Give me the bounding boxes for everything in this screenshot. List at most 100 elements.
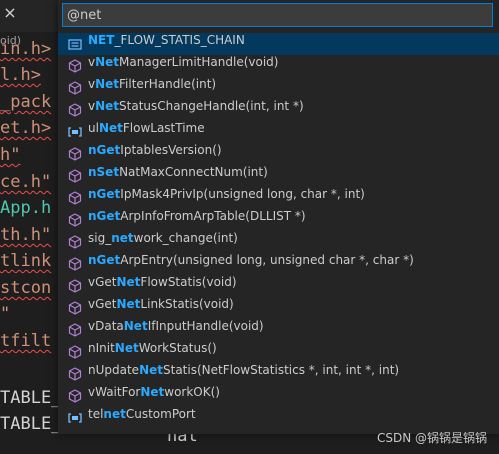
symbol-result-item[interactable]: vGetNetLinkStatis(void): [58, 297, 499, 319]
struct-icon: [68, 39, 82, 50]
symbol-label-text: ArpInfoFromArpTable(DLLIST *): [120, 209, 306, 223]
quick-open-widget: NET_FLOW_STATIS_CHAINvNetManagerLimitHan…: [58, 0, 499, 434]
symbol-label-text: FlowStatis(void): [140, 275, 237, 289]
match-highlight: nGet: [88, 187, 121, 201]
symbol-label-text: vGet: [88, 275, 117, 289]
symbol-results-list: NET_FLOW_STATIS_CHAIN vNetManagerLimitHan…: [58, 33, 499, 429]
symbol-label-text: vWaitFor: [88, 385, 141, 399]
code-line: tfilt: [0, 331, 52, 351]
symbol-label-text: workOK(): [164, 385, 220, 399]
method-icon: [68, 257, 82, 271]
match-highlight: nGet: [88, 143, 121, 157]
method-icon: [68, 235, 82, 249]
symbol-label-text: ManagerLimitHandle(void): [119, 55, 279, 69]
code-line: ce.h": [0, 172, 52, 192]
symbol-result-item[interactable]: vNetStatusChangeHandle(int, int *): [58, 99, 499, 121]
symbol-result-item[interactable]: nUpdateNetStatis(NetFlowStatistics *, in…: [58, 363, 499, 385]
symbol-result-item[interactable]: vGetNetFlowStatis(void): [58, 275, 499, 297]
match-highlight: Net: [98, 121, 123, 135]
match-highlight: NET: [88, 33, 115, 47]
match-highlight: nGet: [88, 253, 121, 267]
variable-icon: [68, 127, 82, 137]
match-highlight: nSet: [88, 165, 120, 179]
symbol-label-text: work_change(int): [133, 231, 238, 245]
match-highlight: net: [103, 407, 126, 421]
symbol-label-text: vData: [88, 319, 124, 333]
symbol-label-text: CustomPort: [125, 407, 196, 421]
code-line: in.h>: [0, 39, 52, 59]
symbol-result-item[interactable]: nInitNetWorkStatus(): [58, 341, 499, 363]
match-highlight: nGet: [88, 209, 121, 223]
symbol-result-item[interactable]: nGetIptablesVersion(): [58, 143, 499, 165]
code-line: tlink: [0, 251, 52, 271]
symbol-label-text: IpMask4PrivIp(unsigned long, char *, int…: [120, 187, 365, 201]
symbol-result-item[interactable]: telnetCustomPort: [58, 407, 499, 429]
method-icon: [68, 213, 82, 227]
symbol-result-item[interactable]: NET_FLOW_STATIS_CHAIN: [58, 33, 499, 55]
symbol-label-text: nUpdate: [88, 363, 140, 377]
method-icon: [68, 389, 82, 403]
symbol-result-item[interactable]: vNetFilterHandle(int): [58, 77, 499, 99]
code-line: et.h>: [0, 118, 52, 138]
symbol-label-text: IfInputHandle(void): [147, 319, 264, 333]
close-icon[interactable]: ×: [0, 0, 20, 30]
method-icon: [68, 81, 82, 95]
match-highlight: Net: [116, 275, 141, 289]
method-icon: [68, 191, 82, 205]
method-icon: [68, 103, 82, 117]
symbol-label-text: ArpEntry(unsigned long, unsigned char *,…: [120, 253, 414, 267]
method-icon: [68, 323, 82, 337]
symbol-label-text: sig_: [88, 231, 112, 245]
method-icon: [68, 279, 82, 293]
match-highlight: Net: [114, 341, 139, 355]
code-line: stcon: [0, 278, 52, 298]
match-highlight: Net: [139, 363, 163, 377]
symbol-label-text: IptablesVersion(): [120, 143, 222, 157]
symbol-label-text: FlowLastTime: [122, 121, 205, 135]
symbol-result-item[interactable]: nGetArpEntry(unsigned long, unsigned cha…: [58, 253, 499, 275]
match-highlight: Net: [116, 297, 141, 311]
match-highlight: Net: [123, 319, 148, 333]
symbol-result-item[interactable]: nSetNatMaxConnectNum(int): [58, 165, 499, 187]
symbol-result-item[interactable]: vDataNetIfInputHandle(void): [58, 319, 499, 341]
symbol-result-item[interactable]: nGetIpMask4PrivIp(unsigned long, char *,…: [58, 187, 499, 209]
code-line: h": [0, 145, 21, 165]
match-highlight: Net: [140, 385, 165, 399]
symbol-label-text: ul: [88, 121, 99, 135]
match-highlight: Net: [95, 77, 120, 91]
quick-open-input-container: [58, 0, 499, 33]
symbol-label-text: _FLOW_STATIS_CHAIN: [114, 33, 245, 47]
method-icon: [68, 301, 82, 315]
method-icon: [68, 345, 82, 359]
symbol-result-item[interactable]: vNetManagerLimitHandle(void): [58, 55, 499, 77]
match-highlight: Net: [95, 55, 120, 69]
symbol-label-text: LinkStatis(void): [140, 297, 234, 311]
watermark: CSDN @锅锅是锅锅: [376, 431, 487, 445]
method-icon: [68, 169, 82, 183]
code-line: l.h>: [0, 65, 41, 85]
symbol-label-text: FilterHandle(int): [119, 77, 217, 91]
code-line: ": [0, 304, 11, 324]
symbol-label-text: nInit: [88, 341, 115, 355]
variable-icon: [68, 413, 82, 423]
code-line: App.h: [0, 198, 52, 218]
code-line: TABLE_: [0, 388, 62, 408]
symbol-result-item[interactable]: ulNetFlowLastTime: [58, 121, 499, 143]
method-icon: [68, 59, 82, 73]
symbol-label-text: NatMaxConnectNum(int): [119, 165, 268, 179]
symbol-label-text: vGet: [88, 297, 117, 311]
symbol-result-item[interactable]: vWaitForNetworkOK(): [58, 385, 499, 407]
match-highlight: net: [111, 231, 134, 245]
method-icon: [68, 147, 82, 161]
code-line: th.h": [0, 225, 52, 245]
symbol-label-text: Statis(NetFlowStatistics *, int, int *, …: [163, 363, 400, 377]
symbol-search-input[interactable]: [62, 3, 493, 27]
symbol-result-item[interactable]: sig_network_change(int): [58, 231, 499, 253]
symbol-label-text: StatusChangeHandle(int, int *): [119, 99, 304, 113]
symbol-result-item[interactable]: nGetArpInfoFromArpTable(DLLIST *): [58, 209, 499, 231]
match-highlight: Net: [95, 99, 120, 113]
code-line: _pack: [0, 92, 52, 112]
symbol-label-text: WorkStatus(): [138, 341, 217, 355]
method-icon: [68, 367, 82, 381]
symbol-label-text: tel: [88, 407, 104, 421]
